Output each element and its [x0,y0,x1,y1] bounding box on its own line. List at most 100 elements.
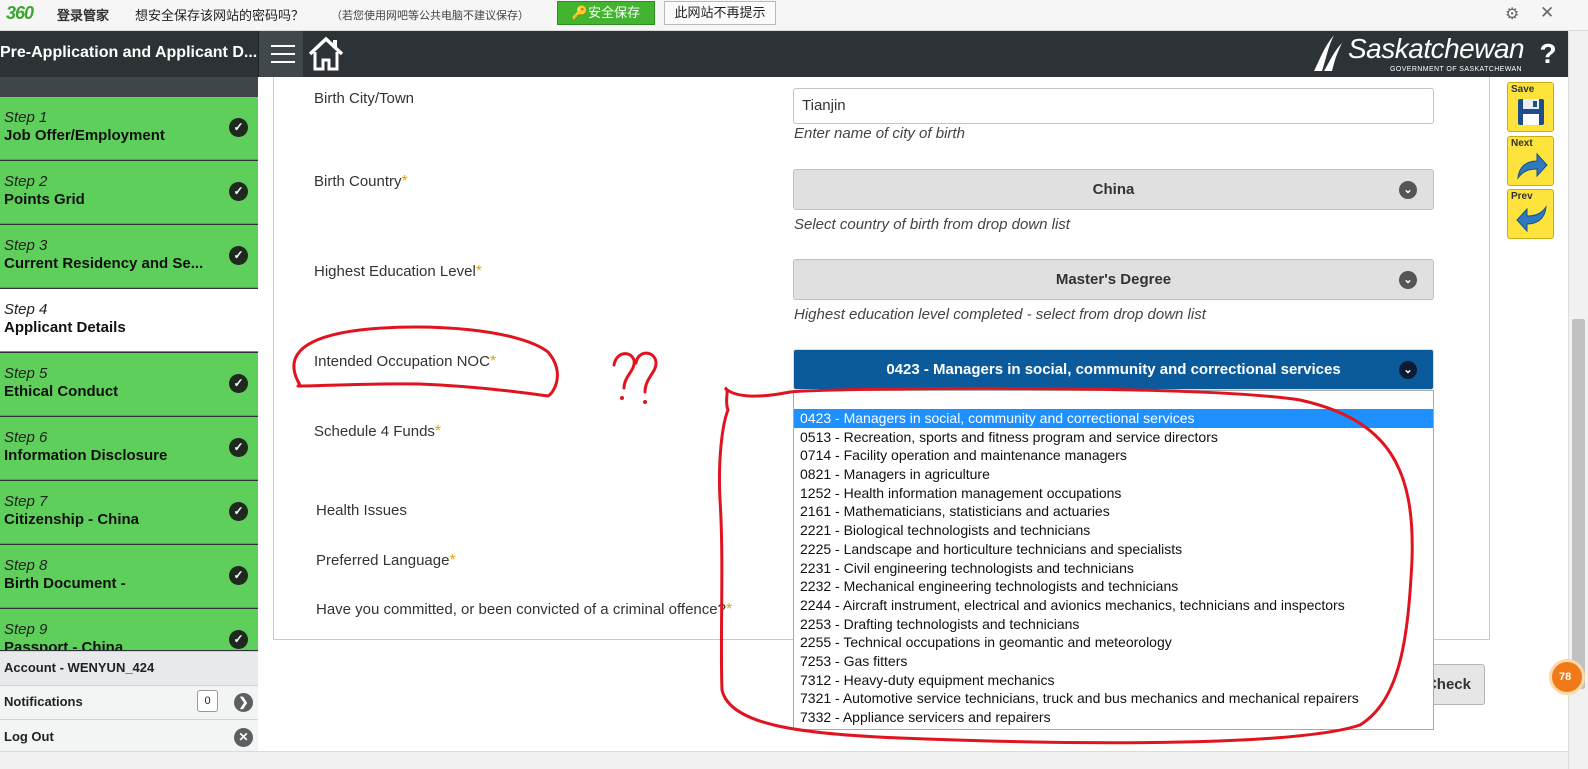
help-icon[interactable]: ? [1530,36,1566,72]
noc-option[interactable]: 2232 - Mechanical engineering technologi… [794,577,1433,596]
noc-option[interactable]: 7253 - Gas fitters [794,652,1433,671]
noc-option[interactable]: 7312 - Heavy-duty equipment mechanics [794,671,1433,690]
birth-country-hint: Select country of birth from drop down l… [794,216,1070,233]
education-hint: Highest education level completed - sele… [794,306,1206,323]
noc-option[interactable]: 0513 - Recreation, sports and fitness pr… [794,428,1433,447]
sidebar-step-9[interactable]: Step 9 Passport - China ✓ [0,609,258,650]
label-text: Birth Country [314,173,402,190]
noc-option[interactable]: 7332 - Appliance servicers and repairers [794,708,1433,727]
secure-save-button[interactable]: 🔑安全保存 [557,1,655,25]
next-button[interactable]: Next [1507,136,1554,186]
noc-option[interactable]: 0423 - Managers in social, community and… [794,409,1433,428]
step-number: Step 4 [4,301,48,318]
birth-city-input[interactable]: Tianjin [793,88,1434,124]
saskatchewan-logo: Saskatchewan GOVERNMENT OF SASKATCHEWAN [1310,33,1525,75]
noc-option[interactable]: 0821 - Managers in agriculture [794,465,1433,484]
education-select[interactable]: Master's Degree ⌄ [793,259,1434,300]
chevron-right-icon[interactable]: ❯ [234,693,253,712]
step-sidebar: Step 1 Job Offer/Employment ✓ Step 2 Poi… [0,77,258,769]
close-icon[interactable]: ✕ [1540,3,1554,23]
arrow-left-icon [1516,205,1547,233]
noc-option[interactable]: 2244 - Aircraft instrument, electrical a… [794,596,1433,615]
noc-option[interactable]: 2225 - Landscape and horticulture techni… [794,540,1433,559]
step-number: Step 3 [4,237,48,254]
home-icon [308,36,344,71]
noc-option[interactable]: 2253 - Drafting technologists and techni… [794,615,1433,634]
step-name: Current Residency and Se... [4,255,204,272]
gear-icon[interactable]: ⚙ [1505,4,1519,24]
step-number: Step 9 [4,621,48,638]
logout-row[interactable]: Log Out ✕ [0,719,258,755]
check-icon: ✓ [229,566,248,585]
save-password-prompt: 想安全保存该网站的密码吗？ [135,8,305,23]
label-text: Have you committed, or been convicted of… [316,601,726,618]
preferred-language-label: Preferred Language* [316,552,456,570]
health-issues-label: Health Issues [316,502,407,519]
prev-label: Prev [1511,191,1533,202]
noc-label: Intended Occupation NOC* [314,353,496,371]
notifications-label: Notifications [4,694,83,709]
arrow-right-icon [1517,152,1548,180]
hamburger-icon [271,45,295,47]
sidebar-step-6[interactable]: Step 6 Information Disclosure ✓ [0,417,258,480]
hamburger-line [271,53,295,55]
noc-option[interactable]: 7321 - Automotive service technicians, t… [794,689,1433,708]
noc-option[interactable]: 2161 - Mathematicians, statisticians and… [794,502,1433,521]
label-text: Schedule 4 Funds [314,423,435,440]
save-button[interactable]: Save [1507,82,1554,132]
save-label: Save [1511,84,1535,95]
public-computer-note: （若您使用网吧等公共电脑不建议保存） [331,10,529,22]
noc-option[interactable]: 0714 - Facility operation and maintenanc… [794,446,1433,465]
label-text: Highest Education Level [314,263,476,280]
close-circle-icon[interactable]: ✕ [234,728,253,747]
sidebar-step-4[interactable]: Step 4 Applicant Details [0,289,258,352]
chevron-down-icon: ⌄ [1399,181,1417,199]
step-name: Ethical Conduct [4,383,119,400]
noc-option[interactable]: 2255 - Technical occupations in geomanti… [794,633,1433,652]
required-mark: * [449,552,456,569]
floating-counter-badge[interactable]: 78 [1549,659,1585,695]
step-number: Step 5 [4,365,48,382]
sidebar-step-7[interactable]: Step 7 Citizenship - China ✓ [0,481,258,544]
home-button[interactable] [304,31,348,77]
password-manager-brand: 登录管家 [57,8,110,23]
noc-option[interactable]: 2221 - Biological technologists and tech… [794,521,1433,540]
page-scrollbar[interactable] [1568,31,1588,769]
noc-select[interactable]: 0423 - Managers in social, community and… [793,349,1434,390]
notifications-row[interactable]: Notifications 0 ❯ [0,685,258,719]
education-label: Highest Education Level* [314,263,482,281]
main-content: Birth City/Town Tianjin Enter name of ci… [258,77,1568,769]
menu-button[interactable] [258,31,303,77]
check-icon: ✓ [229,374,248,393]
birth-city-hint: Enter name of city of birth [794,125,965,142]
noc-option[interactable]: 2231 - Civil engineering technologists a… [794,559,1433,578]
scrollbar-thumb[interactable] [1572,319,1585,689]
required-mark: * [489,353,497,370]
browser-status-bar [0,751,1568,769]
select-value: China [1092,181,1135,198]
sidebar-step-2[interactable]: Step 2 Points Grid ✓ [0,161,258,224]
birth-city-label: Birth City/Town [314,90,414,107]
sidebar-step-5[interactable]: Step 5 Ethical Conduct ✓ [0,353,258,416]
noc-dropdown-list[interactable]: 0423 - Managers in social, community and… [793,390,1434,730]
step-number: Step 7 [4,493,48,510]
noc-option[interactable]: 1252 - Health information management occ… [794,484,1433,503]
hamburger-line [271,61,295,63]
applicant-details-form: Birth City/Town Tianjin Enter name of ci… [273,77,1490,730]
required-mark: * [401,173,408,190]
select-value: 0423 - Managers in social, community and… [886,361,1341,378]
sidebar-step-8[interactable]: Step 8 Birth Document - ✓ [0,545,258,608]
schedule-4-funds-label: Schedule 4 Funds* [314,423,441,441]
step-name: Citizenship - China [4,511,139,528]
next-label: Next [1511,138,1533,149]
sidebar-step-1[interactable]: Step 1 Job Offer/Employment ✓ [0,97,258,160]
never-for-site-button[interactable]: 此网站不再提示 [664,1,776,25]
secure-save-label: 安全保存 [588,5,641,20]
birth-country-select[interactable]: China ⌄ [793,169,1434,210]
sidebar-step-3[interactable]: Step 3 Current Residency and Se... ✓ [0,225,258,288]
step-name: Applicant Details [4,319,126,336]
prev-button[interactable]: Prev [1507,189,1554,239]
brand-subtitle: GOVERNMENT OF SASKATCHEWAN [1390,66,1523,73]
label-text: Intended Occupation NOC [314,353,490,370]
notification-count: 0 [197,690,218,712]
